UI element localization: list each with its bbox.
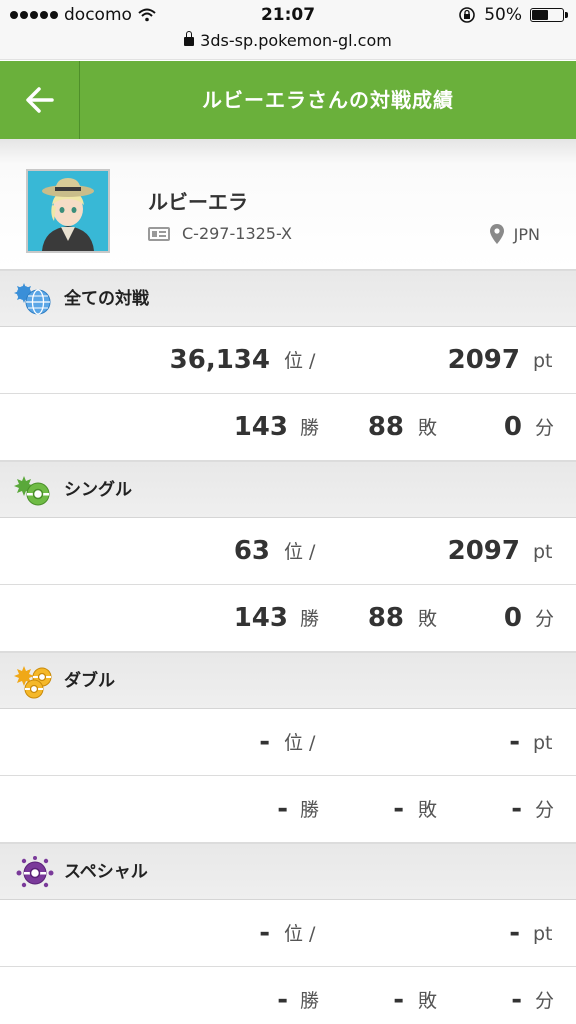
rank-value: 63: [233, 536, 270, 566]
rank-unit: 位 /: [284, 923, 316, 945]
draws-unit: 分: [535, 608, 555, 630]
record-row-special: - 勝 - 敗 - 分: [0, 967, 576, 1024]
player-id: C-297-1325-X: [148, 224, 292, 243]
rotation-lock-icon: [459, 7, 476, 23]
section-header-single: シングル: [0, 461, 576, 518]
rank-value: 36,134: [169, 345, 270, 375]
points-unit: pt: [533, 350, 553, 372]
draws-value: 0: [503, 603, 522, 633]
rank-value: -: [259, 918, 270, 948]
points-unit: pt: [533, 541, 553, 563]
rank-unit: 位 /: [284, 541, 316, 563]
wins-unit: 勝: [300, 799, 320, 821]
id-card-icon: [148, 226, 170, 241]
section-header-all-battles: 全ての対戦: [0, 270, 576, 327]
wins-unit: 勝: [300, 990, 320, 1012]
losses-value: -: [393, 794, 404, 824]
battery-percent: 50%: [484, 5, 522, 25]
special-battle-icon: [16, 856, 54, 888]
arrow-left-icon: [25, 87, 54, 113]
rank-unit: 位 /: [284, 732, 316, 754]
wins-value: -: [277, 794, 288, 824]
section-title-single: シングル: [64, 480, 132, 500]
losses-value: -: [393, 985, 404, 1015]
section-title-all-battles: 全ての対戦: [64, 289, 149, 309]
losses-unit: 敗: [418, 417, 438, 439]
points-value: -: [509, 727, 520, 757]
section-title-special: スペシャル: [64, 862, 148, 882]
record-row-all-battles: 143 勝 88 敗 0 分: [0, 394, 576, 461]
avatar: [26, 169, 110, 253]
wins-value: 143: [233, 603, 288, 633]
losses-unit: 敗: [418, 799, 438, 821]
player-name: ルビーエラ: [148, 190, 248, 214]
double-battle-icon: [14, 666, 52, 699]
address-bar[interactable]: 3ds-sp.pokemon-gl.com: [0, 31, 576, 50]
losses-value: 88: [367, 603, 404, 633]
battery-icon: [530, 8, 568, 22]
player-profile: ルビーエラ C-297-1325-X JPN: [0, 139, 576, 270]
points-unit: pt: [533, 923, 553, 945]
draws-value: -: [511, 794, 522, 824]
losses-unit: 敗: [418, 608, 438, 630]
draws-unit: 分: [535, 990, 555, 1012]
wins-value: 143: [233, 412, 288, 442]
player-id-text: C-297-1325-X: [182, 224, 292, 243]
rank-row-special: - 位 / - pt: [0, 900, 576, 967]
player-country: JPN: [489, 224, 540, 244]
section-header-special: スペシャル: [0, 843, 576, 900]
wins-unit: 勝: [300, 417, 320, 439]
status-bar: docomo 21:07 50% 3ds-sp.pokemon-gl.com: [0, 0, 576, 60]
url-text: 3ds-sp.pokemon-gl.com: [200, 31, 392, 50]
draws-value: 0: [503, 412, 522, 442]
draws-value: -: [511, 985, 522, 1015]
record-row-single: 143 勝 88 敗 0 分: [0, 585, 576, 652]
section-header-double: ダブル: [0, 652, 576, 709]
page-title: ルビーエラさんの対戦成績: [202, 88, 454, 112]
rank-unit: 位 /: [284, 350, 316, 372]
draws-unit: 分: [535, 417, 555, 439]
wins-value: -: [277, 985, 288, 1015]
globe-battle-icon: [14, 283, 51, 315]
location-pin-icon: [489, 224, 504, 244]
country-code: JPN: [513, 224, 540, 244]
points-unit: pt: [533, 732, 553, 754]
lock-icon: [184, 31, 195, 46]
draws-unit: 分: [535, 799, 555, 821]
losses-unit: 敗: [418, 990, 438, 1012]
rank-row-double: - 位 / - pt: [0, 709, 576, 776]
losses-value: 88: [367, 412, 404, 442]
rank-value: -: [259, 727, 270, 757]
page-header: ルビーエラさんの対戦成績: [0, 61, 576, 139]
rank-row-all-battles: 36,134 位 / 2097 pt: [0, 327, 576, 394]
points-value: 2097: [447, 345, 520, 375]
points-value: 2097: [447, 536, 520, 566]
record-row-double: - 勝 - 敗 - 分: [0, 776, 576, 843]
wins-unit: 勝: [300, 608, 320, 630]
back-button[interactable]: [0, 61, 80, 139]
single-battle-icon: [14, 476, 50, 506]
section-title-double: ダブル: [64, 671, 115, 691]
points-value: -: [509, 918, 520, 948]
rank-row-single: 63 位 / 2097 pt: [0, 518, 576, 585]
